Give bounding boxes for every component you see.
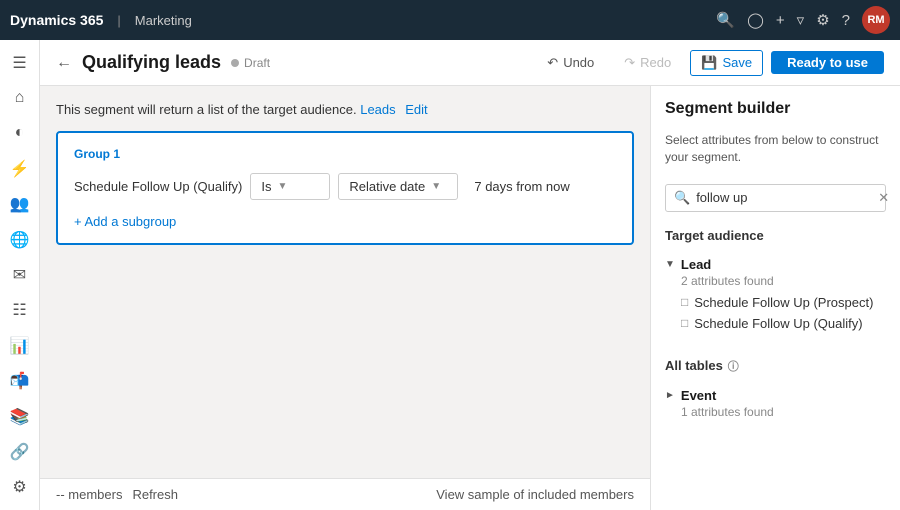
- sb-lead-group: ▼ Lead 2 attributes found □ Schedule Fol…: [665, 257, 886, 334]
- redo-button[interactable]: ↷ Redo: [613, 50, 682, 76]
- help-icon[interactable]: ?: [842, 12, 850, 29]
- sb-clear-icon[interactable]: ✕: [878, 190, 889, 206]
- view-sample-link[interactable]: View sample of included members: [436, 487, 634, 502]
- group-box: Group 1 Schedule Follow Up (Qualify) Is …: [56, 131, 634, 245]
- module-name: Marketing: [135, 13, 192, 28]
- all-tables-label: All tables: [665, 358, 723, 373]
- sb-search-input[interactable]: [696, 190, 872, 205]
- status-badge: Draft: [231, 56, 270, 70]
- edit-link[interactable]: Edit: [405, 102, 427, 117]
- content-area: ← Qualifying leads Draft ↶ Undo ↷ Redo 💾…: [40, 40, 900, 510]
- sidebar-icon-analytics[interactable]: 📊: [4, 331, 36, 360]
- lead-count: 2 attributes found: [665, 274, 886, 288]
- attribute-prospect-label: Schedule Follow Up (Prospect): [694, 295, 873, 310]
- status-dot: [231, 59, 239, 67]
- sidebar-icon-integrations[interactable]: 🔗: [4, 437, 36, 466]
- topnav-icon-group: 🔍 ◯ + ▿ ⚙ ? RM: [716, 6, 890, 34]
- sb-description: Select attributes from below to construc…: [665, 132, 886, 166]
- event-count: 1 attributes found: [665, 405, 886, 419]
- search-icon[interactable]: 🔍: [716, 11, 735, 29]
- info-text: This segment will return a list of the t…: [56, 102, 357, 117]
- page-header: ← Qualifying leads Draft ↶ Undo ↷ Redo 💾…: [40, 40, 900, 86]
- event-group-label: Event: [681, 388, 716, 403]
- info-bar: This segment will return a list of the t…: [56, 102, 634, 117]
- sidebar-icon-lightning[interactable]: ⚡: [4, 154, 36, 183]
- leads-link[interactable]: Leads: [360, 102, 395, 117]
- back-button[interactable]: ←: [56, 54, 72, 72]
- sb-attribute-qualify[interactable]: □ Schedule Follow Up (Qualify): [665, 313, 886, 334]
- plus-icon[interactable]: +: [776, 12, 785, 29]
- date-type-dropdown[interactable]: Relative date ▼: [338, 173, 458, 200]
- status-text: Draft: [244, 56, 270, 70]
- sidebar-icon-recent[interactable]: ◐: [4, 119, 36, 148]
- attribute-qualify-label: Schedule Follow Up (Qualify): [694, 316, 862, 331]
- page-title: Qualifying leads: [82, 52, 221, 73]
- header-actions: ↶ Undo ↷ Redo 💾 Save Ready to use: [536, 50, 884, 76]
- segment-builder-panel: Segment builder Select attributes from b…: [650, 86, 900, 510]
- all-tables-info-icon[interactable]: ⓘ: [728, 358, 739, 374]
- sb-lead-group-header[interactable]: ▼ Lead: [665, 257, 886, 272]
- attr-icon-qualify: □: [681, 316, 688, 330]
- segment-editor: This segment will return a list of the t…: [40, 86, 650, 510]
- undo-button[interactable]: ↶ Undo: [536, 50, 605, 76]
- members-count: -- members: [56, 487, 122, 502]
- sidebar-icon-home[interactable]: ⌂: [4, 83, 36, 112]
- sb-event-group: ► Event 1 attributes found: [665, 388, 886, 423]
- filter-icon[interactable]: ▿: [797, 11, 805, 29]
- nav-separator: |: [117, 13, 120, 28]
- condition-field-label: Schedule Follow Up (Qualify): [74, 179, 242, 194]
- date-type-chevron: ▼: [431, 181, 441, 192]
- group-label: Group 1: [74, 147, 616, 161]
- lead-group-label: Lead: [681, 257, 711, 272]
- undo-icon: ↶: [547, 55, 558, 71]
- sidebar-icon-inbox[interactable]: 📬: [4, 367, 36, 396]
- add-subgroup-button[interactable]: + Add a subgroup: [74, 214, 616, 229]
- sidebar-icon-settings[interactable]: ⚙: [4, 473, 36, 502]
- sb-title: Segment builder: [665, 100, 886, 118]
- sidebar-icon-segments[interactable]: 🌐: [4, 225, 36, 254]
- sb-search-icon: 🔍: [674, 190, 690, 206]
- ready-button[interactable]: Ready to use: [771, 51, 884, 74]
- redo-icon: ↷: [624, 55, 635, 71]
- sidebar: ☰ ⌂ ◐ ⚡ 👥 🌐 ✉ ☷ 📊 📬 📚 🔗 ⚙: [0, 40, 40, 510]
- brand-name: Dynamics 365: [10, 12, 103, 28]
- date-value: 7 days from now: [466, 174, 577, 199]
- sb-search-box[interactable]: 🔍 ✕: [665, 184, 886, 212]
- avatar[interactable]: RM: [862, 6, 890, 34]
- refresh-link[interactable]: Refresh: [132, 487, 178, 502]
- condition-row: Schedule Follow Up (Qualify) Is ▼ Relati…: [74, 173, 616, 200]
- operator-chevron: ▼: [277, 181, 287, 192]
- save-button[interactable]: 💾 Save: [690, 50, 763, 76]
- sb-event-group-header[interactable]: ► Event: [665, 388, 886, 403]
- bottom-bar: -- members Refresh View sample of includ…: [40, 478, 650, 510]
- sb-attribute-prospect[interactable]: □ Schedule Follow Up (Prospect): [665, 292, 886, 313]
- sidebar-icon-library[interactable]: 📚: [4, 402, 36, 431]
- sidebar-icon-forms[interactable]: ☷: [4, 296, 36, 325]
- sidebar-icon-menu[interactable]: ☰: [4, 48, 36, 77]
- event-chevron-icon: ►: [665, 390, 675, 401]
- operator-dropdown[interactable]: Is ▼: [250, 173, 330, 200]
- sub-content: This segment will return a list of the t…: [40, 86, 900, 510]
- attr-icon-prospect: □: [681, 295, 688, 309]
- sidebar-icon-people[interactable]: 👥: [4, 190, 36, 219]
- bell-icon[interactable]: ◯: [747, 11, 764, 29]
- main-layout: ☰ ⌂ ◐ ⚡ 👥 🌐 ✉ ☷ 📊 📬 📚 🔗 ⚙ ← Qualifying l…: [0, 40, 900, 510]
- save-icon: 💾: [701, 55, 717, 71]
- gear-icon[interactable]: ⚙: [816, 11, 829, 29]
- lead-chevron-icon: ▼: [665, 259, 675, 270]
- top-navigation: Dynamics 365 | Marketing 🔍 ◯ + ▿ ⚙ ? RM: [0, 0, 900, 40]
- sb-all-tables: All tables ⓘ: [665, 358, 886, 374]
- sidebar-icon-emails[interactable]: ✉: [4, 260, 36, 289]
- sb-target-audience-label: Target audience: [665, 228, 886, 243]
